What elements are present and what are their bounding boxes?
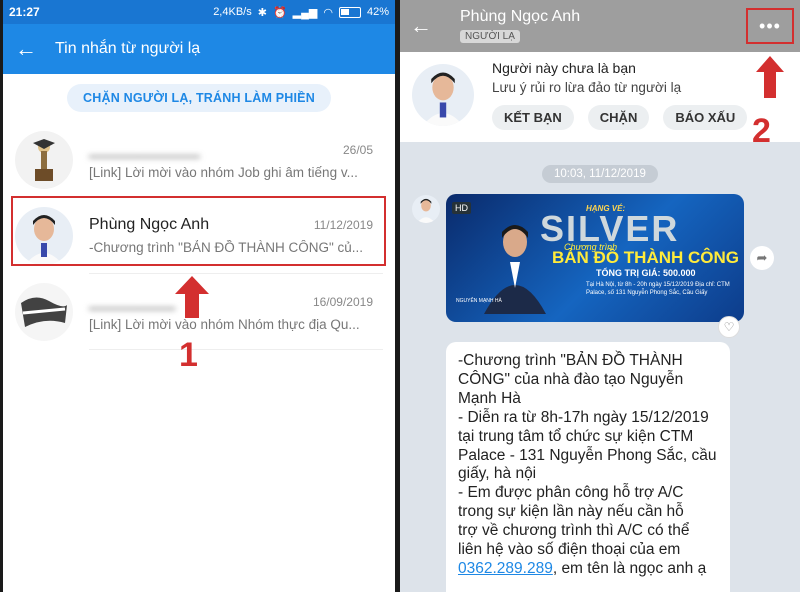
stranger-tag: NGƯỜI LẠ (460, 30, 520, 43)
conversation-body: ▁▁▁▁▁▁▁▁▁ 26/05 [Link] Lời mời vào nhóm … (89, 122, 383, 198)
banner-total-value: TỔNG TRỊ GIÁ: 500.000 (596, 268, 696, 278)
block-button-wrap: CHẶN NGƯỜI LẠ, TRÁNH LÀM PHIỀN (3, 74, 395, 122)
message-line: - Diễn ra từ 8h-17h ngày 15/12/2019 (458, 408, 709, 426)
avatar (15, 131, 73, 189)
conversation-preview: [Link] Lời mời vào nhóm Job ghi âm tiếng… (89, 165, 358, 180)
conversation-date: 16/09/2019 (312, 295, 373, 309)
contact-name: ▁▁▁▁▁▁▁ (89, 293, 176, 310)
status-bar: 21:27 2,4KB/s ✱ ⏰ ▂▄▆ ◠ 42% (3, 0, 395, 24)
stranger-warning-card: Người này chưa là bạn Lưu ý rủi ro lừa đ… (400, 52, 800, 142)
message-line: CÔNG" của nhà đào tạo Nguyễn (458, 370, 684, 388)
status-indicators: 2,4KB/s ✱ ⏰ ▂▄▆ ◠ 42% (213, 6, 389, 19)
wifi-icon: ◠ (323, 6, 333, 19)
phone-number-link[interactable]: 0362.289.289 (458, 560, 553, 577)
more-icon: ••• (759, 15, 781, 36)
avatar (15, 283, 73, 341)
message-suffix: , em tên là ngọc anh ạ (552, 559, 707, 577)
highlight-box (11, 196, 386, 266)
message-line: tại trung tâm tổ chức sự kiện CTM (458, 427, 694, 445)
banner-program-name: BẢN ĐỒ THÀNH CÔNG (552, 248, 739, 267)
status-time: 21:27 (9, 5, 40, 19)
conversation-preview: [Link] Lời mời vào nhóm Nhóm thực địa Qu… (89, 317, 360, 332)
stranger-info: Người này chưa là bạn Lưu ý rủi ro lừa đ… (492, 60, 748, 134)
add-friend-button[interactable]: KẾT BẠN (492, 105, 574, 130)
block-button[interactable]: CHẶN (587, 105, 650, 130)
alarm-icon: ⏰ (272, 6, 287, 19)
message-line: giấy, hà nội (458, 465, 537, 483)
message-line: -Chương trình "BẢN ĐỒ THÀNH (458, 352, 683, 369)
left-phone-screen: 21:27 2,4KB/s ✱ ⏰ ▂▄▆ ◠ 42% ← Tin nhắn t… (3, 0, 395, 592)
network-speed: 2,4KB/s (213, 6, 252, 18)
hd-badge: HD (452, 202, 471, 214)
chat-contact-name: Phùng Ngọc Anh (460, 8, 581, 25)
heart-icon[interactable]: ♡ (718, 316, 740, 338)
step-label: 1 (179, 336, 198, 374)
banner-venue: Tại Hà Nội, từ 8h - 20h ngày 15/12/2019 … (586, 282, 730, 296)
more-options-button[interactable]: ••• (746, 8, 794, 44)
right-phone-screen: ← Phùng Ngọc Anh NGƯỜI LẠ ••• Người này … (400, 0, 800, 592)
conversation-date: 26/05 (342, 143, 373, 157)
message-line-last: 0362.289.289, em tên là ngọc anh ạ (458, 560, 718, 579)
chat-header: ← Phùng Ngọc Anh NGƯỜI LẠ ••• (400, 0, 800, 52)
battery-icon (338, 6, 361, 18)
bluetooth-icon: ✱ (257, 6, 267, 19)
stranger-subtitle: Lưu ý rủi ro lừa đảo từ người lạ (492, 80, 682, 95)
back-arrow-icon[interactable]: ← (410, 13, 440, 39)
stranger-actions: KẾT BẠN CHẶN BÁO XẤU (492, 105, 748, 130)
message-line: Mạnh Hà (458, 389, 521, 407)
stranger-messages-header: ← Tin nhắn từ người lạ (3, 24, 395, 74)
message-line: trong sự kiện lần này nếu cần hỗ (458, 503, 684, 521)
message-line: trợ về chương trình thì A/C có thể (458, 522, 690, 540)
message-line: liên hệ vào số điện thoại của em (458, 541, 681, 559)
message-bubble: -Chương trình "BẢN ĐỒ THÀNH CÔNG" của nh… (446, 342, 730, 592)
message-line: Palace - 131 Nguyễn Phong Sắc, cầu (458, 446, 717, 464)
red-arrow-up-icon (756, 56, 784, 98)
red-arrow-up-icon (175, 276, 209, 318)
battery-percent: 42% (366, 6, 389, 18)
avatar (412, 64, 474, 126)
page-title: Tin nhắn từ người lạ (55, 40, 201, 57)
step-label: 2 (752, 112, 771, 150)
message-line: - Em được phân công hỗ trợ A/C (458, 484, 684, 502)
date-divider: 10:03, 11/12/2019 (542, 165, 658, 183)
signal-icon: ▂▄▆ (292, 6, 318, 19)
report-button[interactable]: BÁO XẤU (663, 105, 748, 130)
contact-name: ▁▁▁▁▁▁▁▁▁ (89, 141, 200, 158)
event-banner-image[interactable]: HD HẠNG VÉ: SILVER Chương trình BẢN ĐỒ T… (446, 194, 744, 322)
conversation-body: ▁▁▁▁▁▁▁ 16/09/2019 [Link] Lời mời vào nh… (89, 274, 383, 350)
sender-avatar (412, 195, 440, 223)
stranger-title: Người này chưa là bạn (492, 60, 636, 76)
block-strangers-button[interactable]: CHẶN NGƯỜI LẠ, TRÁNH LÀM PHIỀN (67, 84, 331, 112)
banner-speaker-name: NGUYỄN MẠNH HÀ (456, 298, 502, 304)
back-arrow-icon[interactable]: ← (15, 36, 45, 62)
contact-block: Phùng Ngọc Anh NGƯỜI LẠ (460, 8, 580, 44)
share-icon[interactable]: ➦ (750, 246, 774, 270)
conversation-item[interactable]: ▁▁▁▁▁▁▁▁▁ 26/05 [Link] Lời mời vào nhóm … (3, 122, 395, 198)
